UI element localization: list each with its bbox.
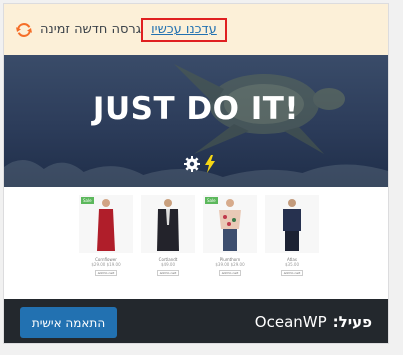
product-price: $35.00: [285, 262, 299, 267]
theme-screenshot-hero: JUST DO IT!: [4, 55, 388, 187]
product-card: Atlas $35.00 Add to cart: [265, 195, 319, 276]
refresh-icon: [14, 20, 34, 40]
add-to-cart-button[interactable]: Add to cart: [281, 270, 303, 276]
update-notice: גרסה חדשה זמינה עדכנו עכשיו: [4, 4, 388, 55]
update-notice-text: גרסה חדשה זמינה: [40, 22, 142, 37]
product-card: Sale Plumthorn $39.00 $29.00 Add to cart: [203, 195, 257, 276]
customize-button[interactable]: התאמה אישית: [20, 307, 117, 338]
hero-headline: JUST DO IT!: [92, 91, 300, 127]
product-image-suit: [141, 195, 195, 253]
products-preview: Sale Cornflower $29.00 $19.00 Add to car…: [4, 187, 388, 299]
gear-icon: [184, 156, 200, 172]
product-card: Cortlandt $49.00 Add to cart: [141, 195, 195, 276]
add-to-cart-button[interactable]: Add to cart: [157, 270, 179, 276]
product-image-red-dress: Sale: [79, 195, 133, 253]
lightning-icon: [205, 155, 215, 173]
theme-card: גרסה חדשה זמינה עדכנו עכשיו JUST DO IT!: [3, 3, 389, 344]
product-price: $49.00: [161, 262, 175, 267]
add-to-cart-button[interactable]: Add to cart: [219, 270, 241, 276]
product-image-navy-shirt: [265, 195, 319, 253]
product-card: Sale Cornflower $29.00 $19.00 Add to car…: [79, 195, 133, 276]
product-image-floral-top: Sale: [203, 195, 257, 253]
sale-badge: Sale: [81, 197, 94, 204]
update-now-link[interactable]: עדכנו עכשיו: [141, 17, 227, 42]
product-price: $29.00 $19.00: [91, 262, 121, 267]
product-price: $39.00 $29.00: [215, 262, 245, 267]
theme-name: OceanWP: [254, 313, 327, 331]
add-to-cart-button[interactable]: Add to cart: [95, 270, 117, 276]
hero-icons: [184, 155, 216, 173]
active-theme-footer: פעיל: OceanWP התאמה אישית: [4, 299, 388, 343]
sale-badge: Sale: [205, 197, 218, 204]
active-label: פעיל:: [332, 313, 372, 331]
